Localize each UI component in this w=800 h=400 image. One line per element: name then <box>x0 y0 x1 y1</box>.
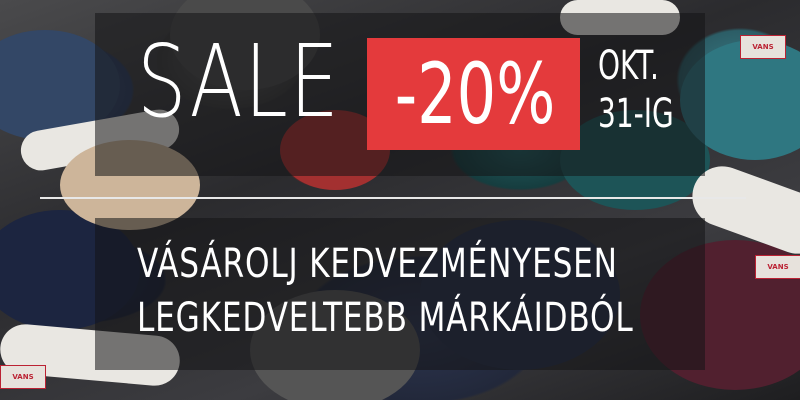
sale-headline: SALE <box>137 23 341 140</box>
discount-badge: -20% <box>367 38 580 150</box>
date-line-2: 31-IG <box>598 91 674 137</box>
sale-banner[interactable]: VANS VANS VANS SALE -20% OKT. 31-IG VÁSÁ… <box>0 0 800 400</box>
tagline-line-2: LEGKEDVELTEBB MÁRKÁIDBÓL <box>137 295 634 341</box>
discount-text: -20% <box>394 45 556 143</box>
divider <box>40 197 746 199</box>
tagline-line-1: VÁSÁROLJ KEDVEZMÉNYESEN <box>137 241 618 287</box>
date-line-1: OKT. <box>598 43 659 89</box>
sale-end-date: OKT. 31-IG <box>598 42 674 138</box>
